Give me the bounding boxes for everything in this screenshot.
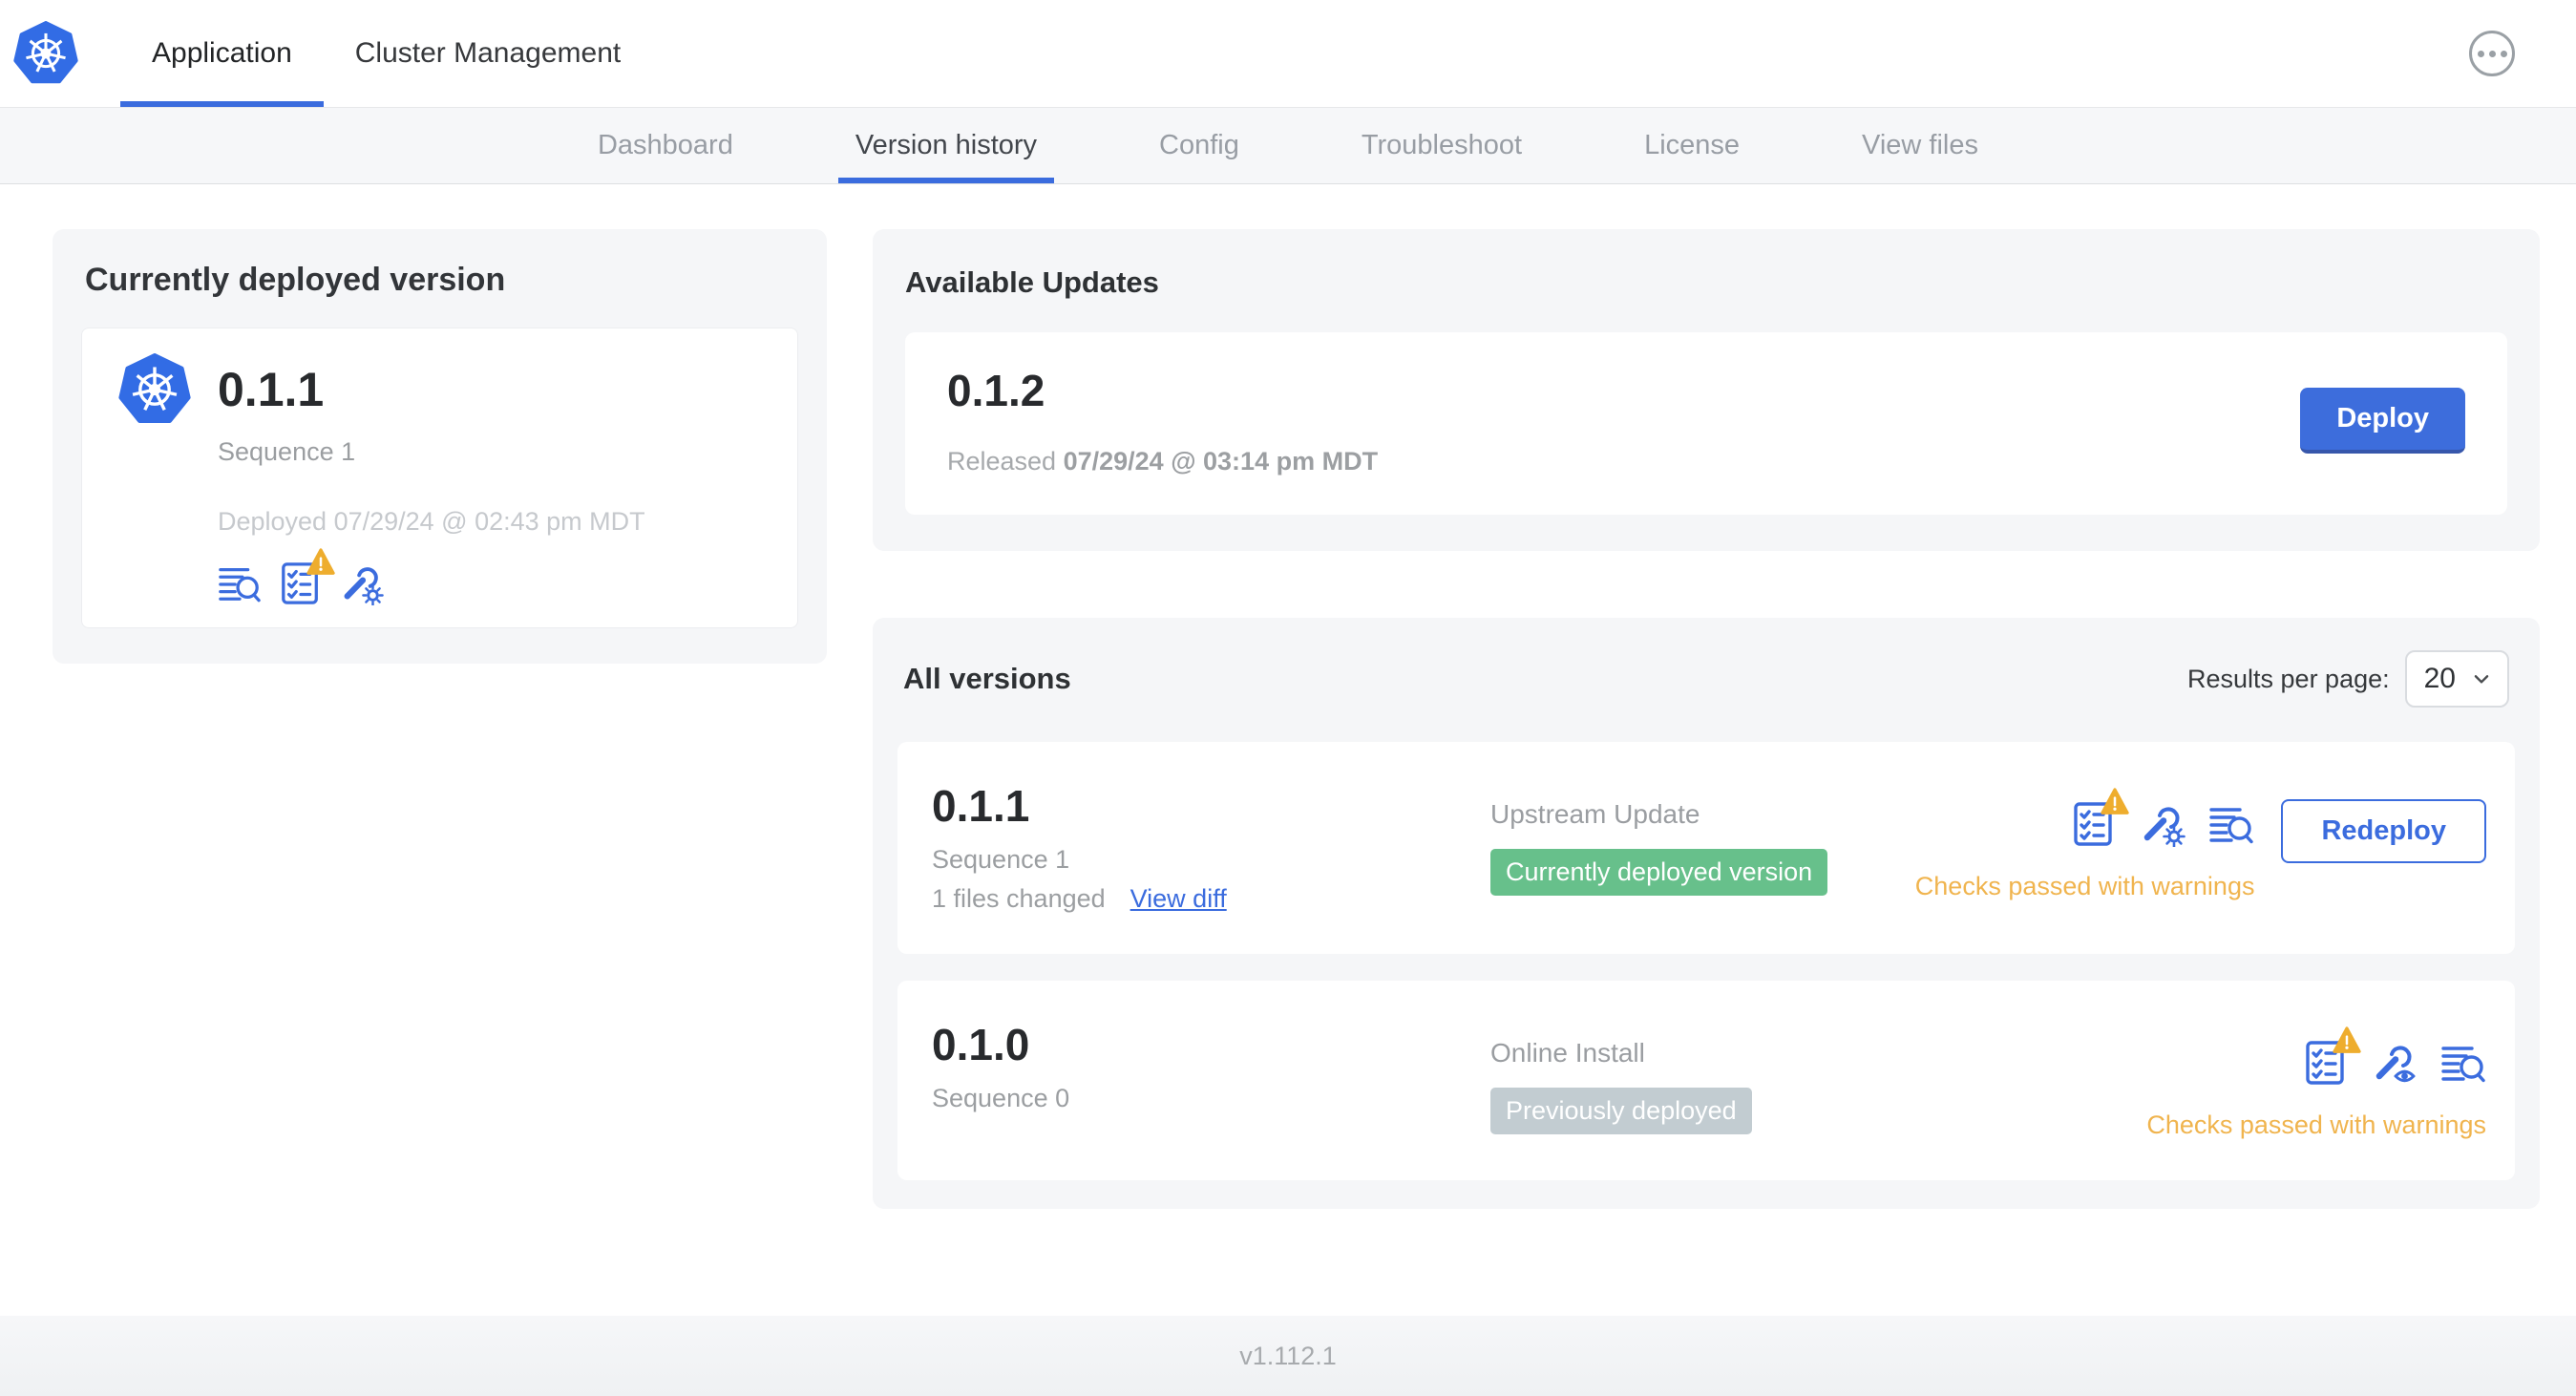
currently-deployed-card: 0.1.1 Sequence 1 Deployed 07/29/24 @ 02:…: [81, 328, 798, 628]
results-per-page: Results per page: 20: [2187, 650, 2509, 708]
deployed-version-actions: [218, 561, 645, 605]
row-sequence-label: Sequence 0: [932, 1084, 1070, 1112]
update-released-line: Released 07/29/24 @ 03:14 pm MDT: [947, 447, 1379, 476]
available-update-card: 0.1.2 Released 07/29/24 @ 03:14 pm MDT D…: [905, 332, 2507, 515]
deployed-version-label: 0.1.1: [218, 363, 325, 416]
version-source-label: Upstream Update: [1490, 799, 1700, 829]
version-row-0-1-1: 0.1.1 Sequence 1 1 files changed View di…: [897, 742, 2515, 954]
version-history-page: Currently deployed version 0.1.1 Sequenc…: [0, 184, 2576, 1209]
results-per-page-label: Results per page:: [2187, 664, 2390, 693]
available-updates-title: Available Updates: [905, 265, 1159, 299]
all-versions-panel: All versions Results per page: 20 0.1.1 …: [873, 618, 2540, 1209]
warning-triangle-icon: [2333, 1026, 2361, 1055]
tab-troubleshoot[interactable]: Troubleshoot: [1300, 108, 1583, 183]
diff-icon[interactable]: [2208, 801, 2254, 847]
tab-cluster-management-label: Cluster Management: [354, 37, 622, 69]
version-source-label: Online Install: [1490, 1038, 1645, 1068]
tab-application[interactable]: Application: [120, 0, 324, 107]
row-sequence-label: Sequence 1: [932, 845, 1070, 874]
diff-icon[interactable]: [2440, 1040, 2486, 1086]
edit-config-icon[interactable]: [2140, 801, 2185, 847]
tab-version-history[interactable]: Version history: [794, 108, 1098, 183]
preflight-status-text: Checks passed with warnings: [1914, 872, 2255, 900]
warning-triangle-icon: [2101, 788, 2129, 816]
tab-view-files[interactable]: View files: [1801, 108, 2039, 183]
preflight-checks-warning-icon[interactable]: [2071, 801, 2117, 847]
files-changed-label: 1 files changed: [932, 884, 1106, 913]
currently-deployed-badge: Currently deployed version: [1490, 849, 1828, 896]
all-versions-title: All versions: [903, 662, 1071, 695]
tab-cluster-management[interactable]: Cluster Management: [324, 0, 652, 107]
kubernetes-logo-icon: [13, 21, 78, 86]
currently-deployed-panel: Currently deployed version 0.1.1 Sequenc…: [53, 229, 827, 664]
results-per-page-select[interactable]: 20: [2404, 650, 2509, 708]
view-config-icon[interactable]: [2372, 1040, 2418, 1086]
section-nav: Dashboard Version history Config Trouble…: [0, 108, 2576, 184]
app-footer: v1.112.1: [0, 1316, 2576, 1396]
row-version-label: 0.1.0: [932, 1020, 1030, 1069]
deployed-sequence-label: Sequence 1: [218, 437, 356, 466]
preflight-checks-warning-icon[interactable]: [279, 561, 323, 605]
available-updates-panel: Available Updates 0.1.2 Released 07/29/2…: [873, 229, 2540, 551]
chevron-down-icon: [2471, 668, 2492, 689]
currently-deployed-title: Currently deployed version: [85, 262, 506, 298]
tab-dashboard[interactable]: Dashboard: [537, 108, 794, 183]
edit-config-icon[interactable]: [340, 561, 384, 605]
app-header: Application Cluster Management: [0, 0, 2576, 108]
warning-triangle-icon: [306, 548, 335, 577]
previously-deployed-badge: Previously deployed: [1490, 1088, 1752, 1134]
tab-license[interactable]: License: [1583, 108, 1801, 183]
ellipsis-icon: [2477, 50, 2484, 57]
view-diff-link[interactable]: View diff: [1130, 884, 1227, 914]
version-row-0-1-0: 0.1.0 Sequence 0 Online Install Previous…: [897, 981, 2515, 1180]
more-menu-button[interactable]: [2469, 31, 2515, 76]
update-version-label: 0.1.2: [947, 366, 1045, 415]
results-per-page-value: 20: [2423, 663, 2456, 694]
deploy-button[interactable]: Deploy: [2300, 388, 2465, 454]
tab-config[interactable]: Config: [1098, 108, 1300, 183]
tab-application-label: Application: [152, 37, 292, 69]
preflight-status-text: Checks passed with warnings: [2146, 1110, 2486, 1139]
deployed-timestamp: Deployed 07/29/24 @ 02:43 pm MDT: [218, 507, 645, 536]
preflight-checks-warning-icon[interactable]: [2303, 1040, 2349, 1086]
kubernetes-app-icon: [118, 353, 191, 426]
console-version-label: v1.112.1: [1239, 1341, 1337, 1370]
app-level-tabs: Application Cluster Management: [120, 0, 652, 107]
diff-icon[interactable]: [218, 561, 262, 605]
row-version-label: 0.1.1: [932, 781, 1030, 831]
update-released-date: 07/29/24 @ 03:14 pm MDT: [1063, 447, 1379, 476]
redeploy-button[interactable]: Redeploy: [2281, 799, 2486, 863]
